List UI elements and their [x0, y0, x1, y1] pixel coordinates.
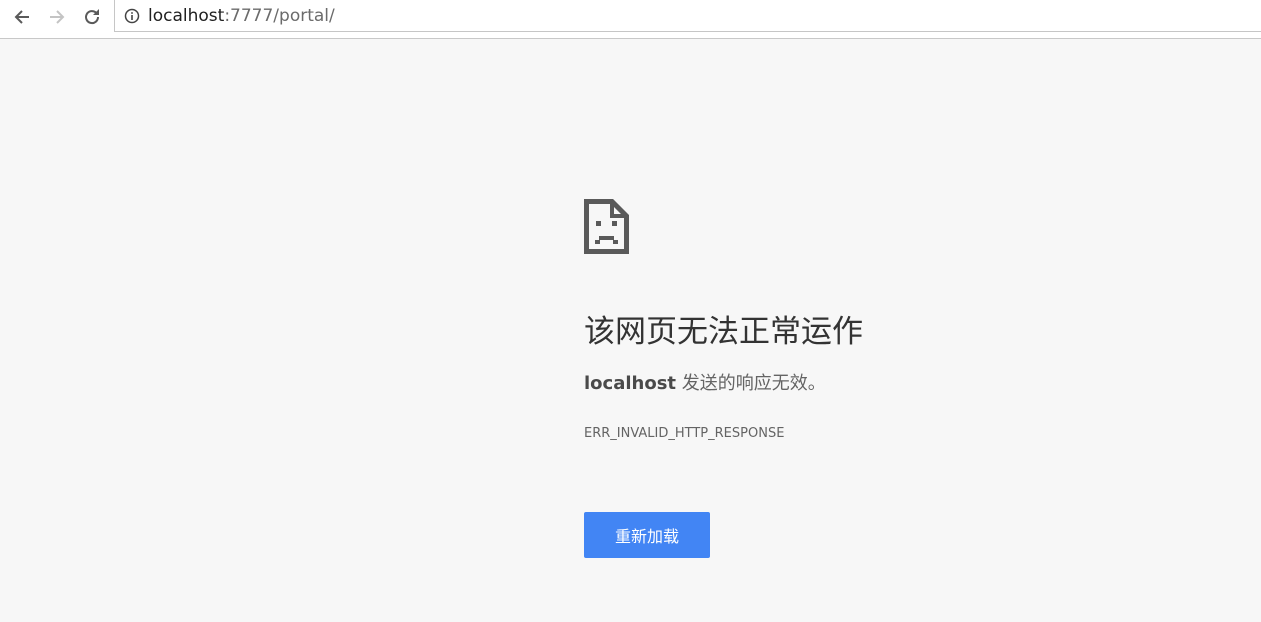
reload-page-button[interactable]: 重新加载 [584, 512, 710, 558]
error-host: localhost [584, 373, 677, 394]
url-host: localhost [148, 6, 225, 26]
forward-button[interactable] [45, 5, 69, 29]
reload-button[interactable] [80, 5, 104, 29]
url-text[interactable]: localhost:7777/portal/ [148, 5, 335, 27]
back-button[interactable] [10, 5, 34, 29]
info-icon[interactable] [124, 8, 140, 24]
forward-arrow-icon [50, 10, 65, 24]
reload-icon [85, 9, 100, 25]
error-description: localhost 发送的响应无效。 [584, 371, 826, 397]
error-title: 该网页无法正常运作 [584, 314, 863, 350]
sad-page-icon [584, 199, 629, 254]
url-path: :7777/portal/ [224, 6, 335, 26]
address-bar[interactable]: localhost:7777/portal/ [114, 0, 1261, 32]
browser-toolbar: localhost:7777/portal/ [0, 0, 1261, 39]
error-message: 发送的响应无效。 [676, 373, 826, 394]
back-arrow-icon [14, 10, 29, 24]
error-code: ERR_INVALID_HTTP_RESPONSE [584, 426, 785, 441]
